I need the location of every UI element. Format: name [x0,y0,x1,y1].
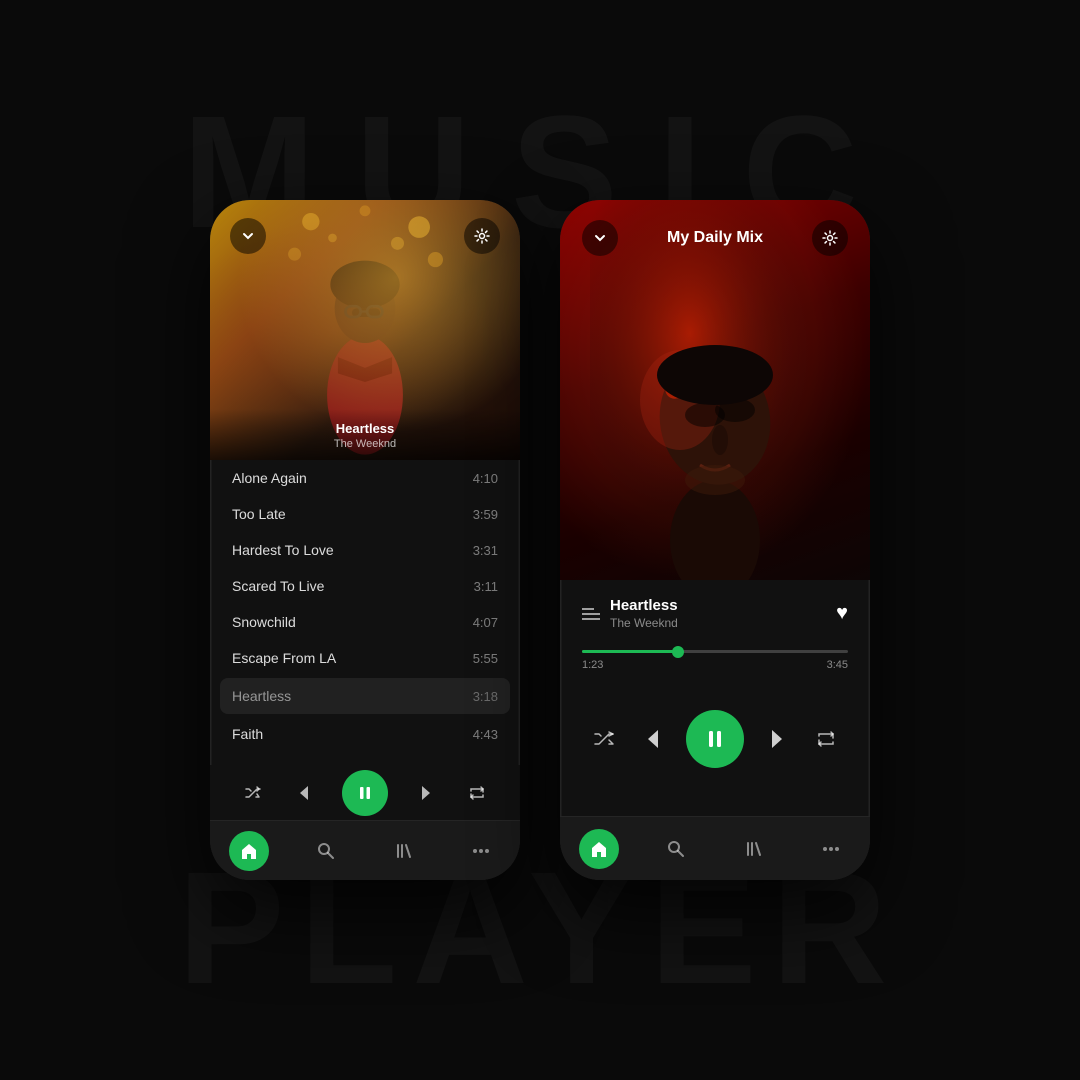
playlist-item-duration: 4:07 [473,615,498,630]
phone-playlist: Heartless The Weeknd Alone Again 4:10 Too … [210,200,520,880]
next-button[interactable] [417,782,439,804]
shuffle-button-2[interactable] [593,728,615,750]
bottom-nav-2 [560,816,870,880]
playlist-item-title: Too Late [232,506,286,522]
pause-icon [357,785,373,801]
playlist-item[interactable]: Alone Again 4:10 [210,460,520,496]
playlist-item-title: Heartless [232,688,291,704]
next-button-2[interactable] [766,725,794,753]
player-controls-1 [210,765,520,820]
playlist-item-title: Escape From LA [232,650,336,666]
pause-button[interactable] [342,770,388,816]
shuffle-icon-2 [593,728,615,750]
nav2-home-button[interactable] [579,829,619,869]
library-icon-2 [744,839,764,859]
playlist-item-duration: 5:55 [473,651,498,666]
progress-times: 1:23 3:45 [582,659,848,671]
chevron-down-icon [242,230,254,242]
next-icon [417,782,439,804]
prev-button-2[interactable] [636,725,664,753]
settings-button-2[interactable] [812,220,848,256]
back-button-2[interactable] [582,220,618,256]
more-icon-2 [821,839,841,859]
playlist-item-duration: 4:10 [473,471,498,486]
menu-line-1 [582,608,594,610]
prev-icon [291,782,313,804]
bottom-nav-1 [210,820,520,880]
current-time: 1:23 [582,659,603,671]
chevron-down-icon-2 [594,232,606,244]
nav2-search-button[interactable] [656,829,696,869]
nav-search-button[interactable] [306,831,346,871]
playlist-item[interactable]: Scared To Live 3:11 [210,568,520,604]
now-playing-title: Heartless [610,597,678,614]
prev-icon-2 [636,725,664,753]
overlay-song-artist: The Weeknd [230,438,500,450]
prev-button[interactable] [291,782,313,804]
playlist-item-duration: 3:11 [474,579,498,594]
menu-line-3 [582,618,600,620]
song-info-row: Heartless The Weeknd ♥ [560,585,870,642]
song-info-left: Heartless The Weeknd [582,597,678,630]
pause-icon-2 [705,729,725,749]
nav-more-button[interactable] [461,831,501,871]
playlist-item-title: Scared To Live [232,578,324,594]
shuffle-button[interactable] [244,784,262,802]
nav2-more-button[interactable] [811,829,851,869]
phone2-playlist-title: My Daily Mix [667,229,763,247]
phone2-header: My Daily Mix [560,200,870,266]
home-icon [239,841,259,861]
total-time: 3:45 [827,659,848,671]
playlist-container: Alone Again 4:10 Too Late 3:59 Hardest To Lo… [210,460,520,770]
playlist-item[interactable]: Heartless 3:18 [220,678,510,714]
phone-now-playing: My Daily Mix Heartless The Weeknd [560,200,870,880]
playlist-item-duration: 4:43 [473,727,498,742]
search-icon [316,841,336,861]
nav-home-button[interactable] [229,831,269,871]
repeat-icon [468,784,486,802]
playlist-item[interactable]: Hardest To Love 3:31 [210,532,520,568]
repeat-icon-2 [815,728,837,750]
player-controls-2 [560,710,870,768]
playlist-item-title: Faith [232,726,263,742]
settings-button[interactable] [464,218,500,254]
playlist-item-title: Snowchild [232,614,296,630]
playlist-item[interactable]: Snowchild 4:07 [210,604,520,640]
like-button[interactable]: ♥ [836,602,848,625]
overlay-song-title: Heartless [230,421,500,436]
queue-icon [582,608,600,620]
gear-icon [474,228,490,244]
playlist-item[interactable]: Escape From LA 5:55 [210,640,520,676]
playlist-item-duration: 3:18 [473,689,498,704]
progress-track[interactable] [582,650,848,653]
playlist-item[interactable]: Too Late 3:59 [210,496,520,532]
back-button[interactable] [230,218,266,254]
search-icon-2 [666,839,686,859]
repeat-button[interactable] [468,784,486,802]
pause-button-2[interactable] [686,710,744,768]
nav2-library-button[interactable] [734,829,774,869]
shuffle-icon [244,784,262,802]
now-playing-artist: The Weeknd [610,616,678,630]
album-art-overlay: Heartless The Weeknd [210,409,520,460]
playlist-item-duration: 3:31 [473,543,498,558]
now-playing-info: Heartless The Weeknd [610,597,678,630]
nav-library-button[interactable] [384,831,424,871]
gear-icon-2 [822,230,838,246]
progress-thumb[interactable] [672,646,684,658]
progress-fill [582,650,678,653]
progress-section: 1:23 3:45 [582,650,848,671]
home-icon-2 [589,839,609,859]
playlist-item-title: Hardest To Love [232,542,334,558]
more-icon [471,841,491,861]
library-icon [394,841,414,861]
playlist-item[interactable]: Faith 4:43 [210,716,520,752]
menu-line-2 [582,613,600,615]
playlist-item-duration: 3:59 [473,507,498,522]
repeat-button-2[interactable] [815,728,837,750]
next-icon-2 [766,725,794,753]
playlist-item-title: Alone Again [232,470,307,486]
phones-container: Heartless The Weeknd Alone Again 4:10 Too … [210,200,870,880]
